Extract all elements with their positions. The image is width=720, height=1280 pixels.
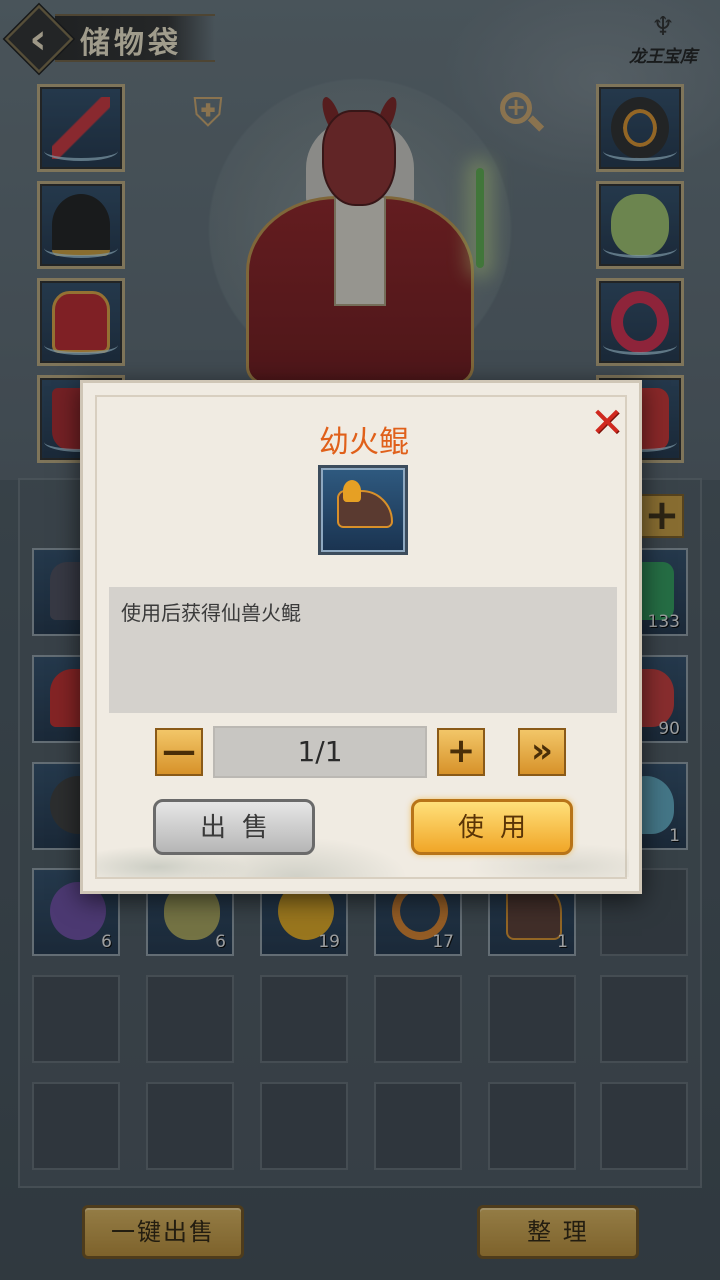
max-quantity-button[interactable]: » — [518, 728, 566, 776]
item-name: 幼火鲲 — [319, 425, 409, 460]
use-button[interactable]: 使用 — [411, 799, 573, 855]
quantity-field[interactable]: 1/1 — [213, 726, 427, 778]
decrease-quantity-button[interactable]: — — [155, 728, 203, 776]
increase-quantity-button[interactable]: + — [437, 728, 485, 776]
item-icon-fire-kun — [318, 465, 408, 555]
item-use-dialog: 幼火鲲 ✕ 使用后获得仙兽火鲲 — 1/1 + » 出售 使用 — [80, 380, 642, 894]
item-description: 使用后获得仙兽火鲲 — [121, 601, 301, 625]
close-icon[interactable]: ✕ — [587, 403, 627, 443]
item-description-box: 使用后获得仙兽火鲲 — [109, 587, 617, 713]
sell-button[interactable]: 出售 — [153, 799, 315, 855]
